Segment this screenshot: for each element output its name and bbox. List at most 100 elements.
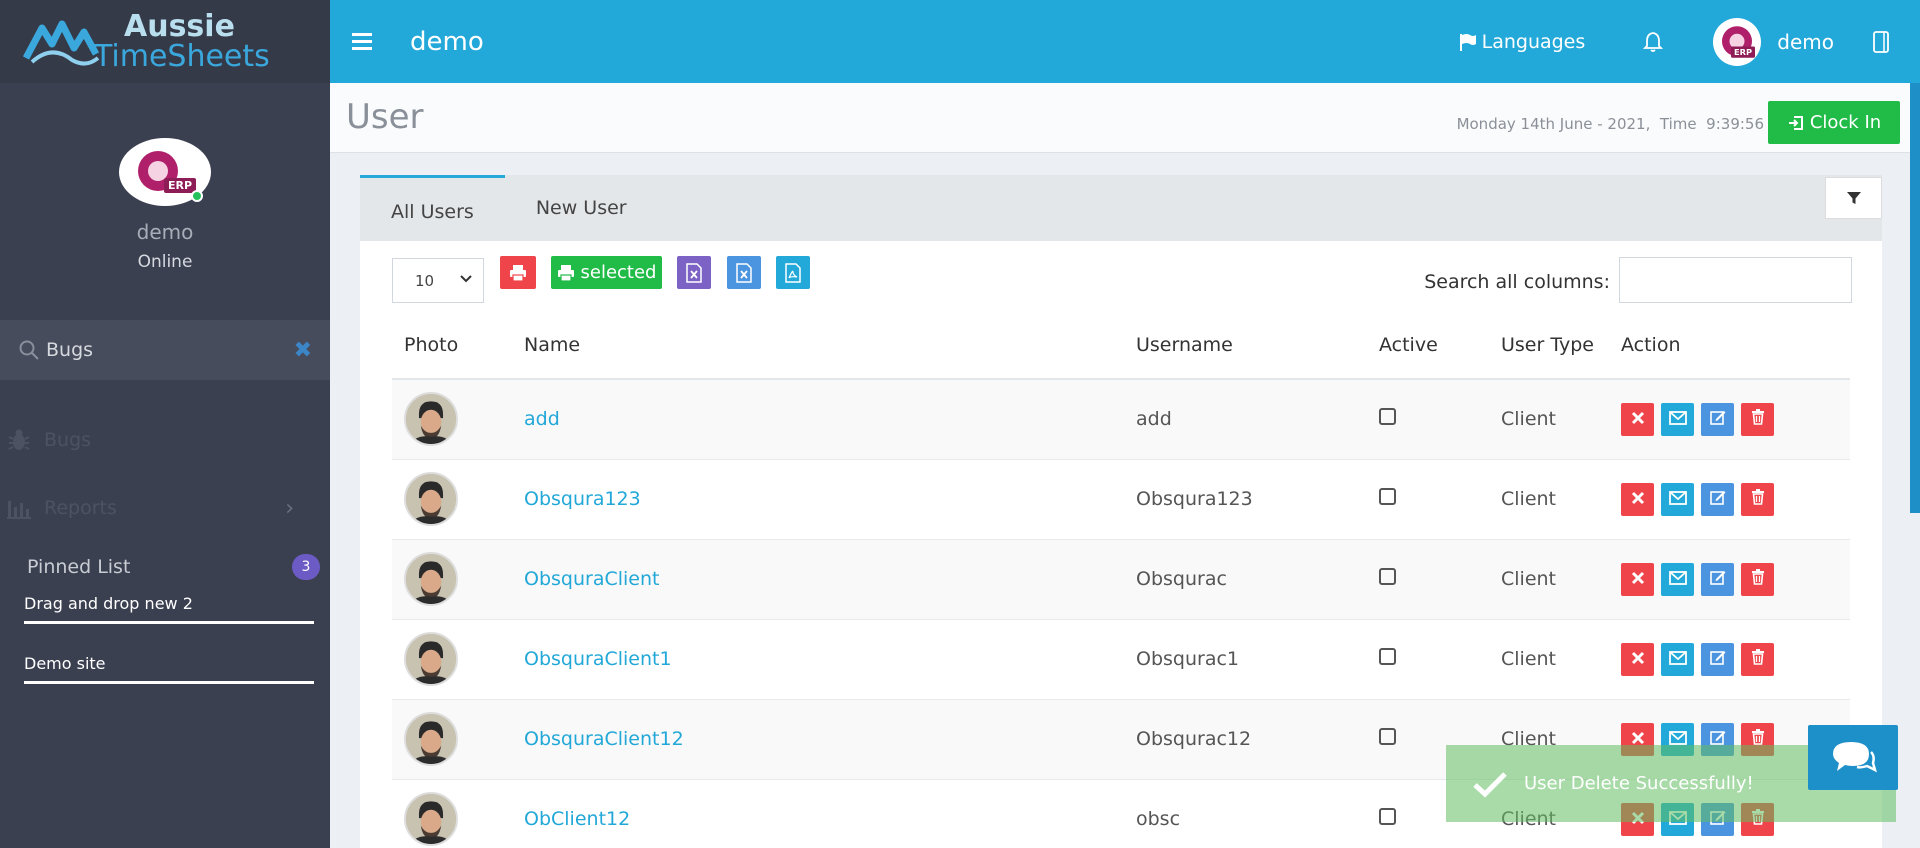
sidebar-item-reports[interactable]: Reports › <box>0 474 330 542</box>
tab-new-user[interactable]: New User <box>505 175 658 241</box>
excel-file-icon <box>736 262 752 283</box>
edit-button[interactable] <box>1701 562 1734 596</box>
print-button[interactable] <box>500 256 536 289</box>
deactivate-button[interactable] <box>1621 482 1654 516</box>
erp-logo-icon: ERP <box>1719 24 1756 59</box>
user-name-link[interactable]: ObsquraClient12 <box>524 728 684 750</box>
table-row: ObsquraClient1 Obsqurac1 Client <box>392 619 1850 700</box>
col-photo[interactable]: Photo <box>392 311 512 380</box>
col-active[interactable]: Active <box>1367 311 1489 380</box>
table-search-input[interactable] <box>1619 257 1852 303</box>
export-excel-button[interactable] <box>677 256 711 289</box>
cell-user-type: Client <box>1489 379 1609 460</box>
bell-icon[interactable] <box>1643 31 1664 53</box>
col-name[interactable]: Name <box>512 311 1124 380</box>
user-avatar[interactable]: ERP <box>1713 17 1762 66</box>
col-username[interactable]: Username <box>1124 311 1367 380</box>
user-name-link[interactable]: ObsquraClient <box>524 568 659 590</box>
email-button[interactable] <box>1661 402 1694 436</box>
date-time: Monday 14th June - 2021, Time 9:39:56 <box>1457 115 1764 133</box>
clear-search-icon[interactable]: ✖ <box>294 338 312 363</box>
cell-photo <box>392 699 512 780</box>
bar-chart-icon <box>7 501 31 519</box>
edit-icon <box>1709 648 1726 670</box>
brand-logo[interactable]: Aussie TimeSheets <box>0 0 330 83</box>
active-checkbox[interactable] <box>1379 568 1396 585</box>
cell-active <box>1367 459 1489 540</box>
deactivate-button[interactable] <box>1621 642 1654 676</box>
edit-icon <box>1709 408 1726 430</box>
user-name-link[interactable]: Obsqura123 <box>524 488 641 510</box>
bug-icon <box>8 429 30 450</box>
page-length-select[interactable]: 10 <box>392 258 484 303</box>
close-icon <box>1631 568 1645 590</box>
active-checkbox[interactable] <box>1379 728 1396 745</box>
cell-name: Obsqura123 <box>512 459 1124 540</box>
cell-user-type: Client <box>1489 619 1609 700</box>
clock-in-button[interactable]: Clock In <box>1768 101 1900 144</box>
page-title: User <box>346 97 424 137</box>
envelope-icon <box>1668 568 1687 590</box>
cell-user-type: Client <box>1489 459 1609 540</box>
notebook-icon[interactable] <box>1872 30 1890 53</box>
user-name-link[interactable]: add <box>524 408 560 430</box>
delete-button[interactable] <box>1741 642 1774 676</box>
user-photo <box>404 392 458 447</box>
email-button[interactable] <box>1661 642 1694 676</box>
cell-username: add <box>1124 379 1367 460</box>
active-checkbox[interactable] <box>1379 488 1396 505</box>
scrollbar[interactable] <box>1910 83 1920 513</box>
edit-button[interactable] <box>1701 402 1734 436</box>
avatar[interactable]: ERP <box>119 138 211 206</box>
pdf-file-icon <box>785 262 801 283</box>
print-selected-button[interactable]: selected <box>551 256 662 289</box>
email-button[interactable] <box>1661 562 1694 596</box>
deactivate-button[interactable] <box>1621 402 1654 436</box>
user-photo <box>404 472 458 526</box>
sign-in-icon <box>1788 115 1803 130</box>
active-checkbox[interactable] <box>1379 648 1396 665</box>
logo-line1: Aussie <box>124 8 235 44</box>
delete-button[interactable] <box>1741 482 1774 516</box>
cell-name: ObClient12 <box>512 779 1124 848</box>
active-checkbox[interactable] <box>1379 808 1396 825</box>
online-status-dot <box>191 190 203 202</box>
pinned-list-header[interactable]: Pinned List 3 <box>0 546 330 588</box>
pinned-item[interactable]: Drag and drop new 2 <box>24 594 314 624</box>
edit-button[interactable] <box>1701 482 1734 516</box>
user-name-link[interactable]: ObClient12 <box>524 808 630 830</box>
delete-button[interactable] <box>1741 562 1774 596</box>
topbar-user-name[interactable]: demo <box>1777 30 1834 54</box>
table-row: Obsqura123 Obsqura123 Client <box>392 459 1850 540</box>
user-name-link[interactable]: ObsquraClient1 <box>524 648 672 670</box>
export-pdf-button[interactable] <box>776 256 810 289</box>
delete-button[interactable] <box>1741 402 1774 436</box>
envelope-icon <box>1668 488 1687 510</box>
email-button[interactable] <box>1661 482 1694 516</box>
export-csv-button[interactable] <box>727 256 761 289</box>
envelope-icon <box>1668 648 1687 670</box>
filter-button[interactable] <box>1825 177 1882 219</box>
tab-all-users[interactable]: All Users <box>360 175 505 241</box>
cell-username: obsc <box>1124 779 1367 848</box>
cell-photo <box>392 619 512 700</box>
menu-toggle-icon[interactable] <box>352 29 372 54</box>
chevron-right-icon: › <box>285 495 294 521</box>
edit-button[interactable] <box>1701 642 1734 676</box>
table-row: ObsquraClient Obsqurac Client <box>392 539 1850 620</box>
chat-button[interactable] <box>1808 725 1898 790</box>
cell-username: Obsqura123 <box>1124 459 1367 540</box>
cell-actions <box>1609 379 1850 460</box>
col-user-type[interactable]: User Type <box>1489 311 1609 380</box>
active-checkbox[interactable] <box>1379 408 1396 426</box>
sidebar-item-label: Reports <box>44 497 117 519</box>
topbar: demo Languages ERP demo <box>330 0 1920 83</box>
table-row: add add Client <box>392 379 1850 460</box>
sidebar-item-bugs[interactable]: Bugs <box>0 406 330 474</box>
sidebar-search-input[interactable] <box>46 339 294 361</box>
cell-photo <box>392 779 512 848</box>
deactivate-button[interactable] <box>1621 562 1654 596</box>
languages-menu[interactable]: Languages <box>1458 31 1585 53</box>
pinned-item[interactable]: Demo site <box>24 654 314 684</box>
search-icon <box>19 340 39 360</box>
